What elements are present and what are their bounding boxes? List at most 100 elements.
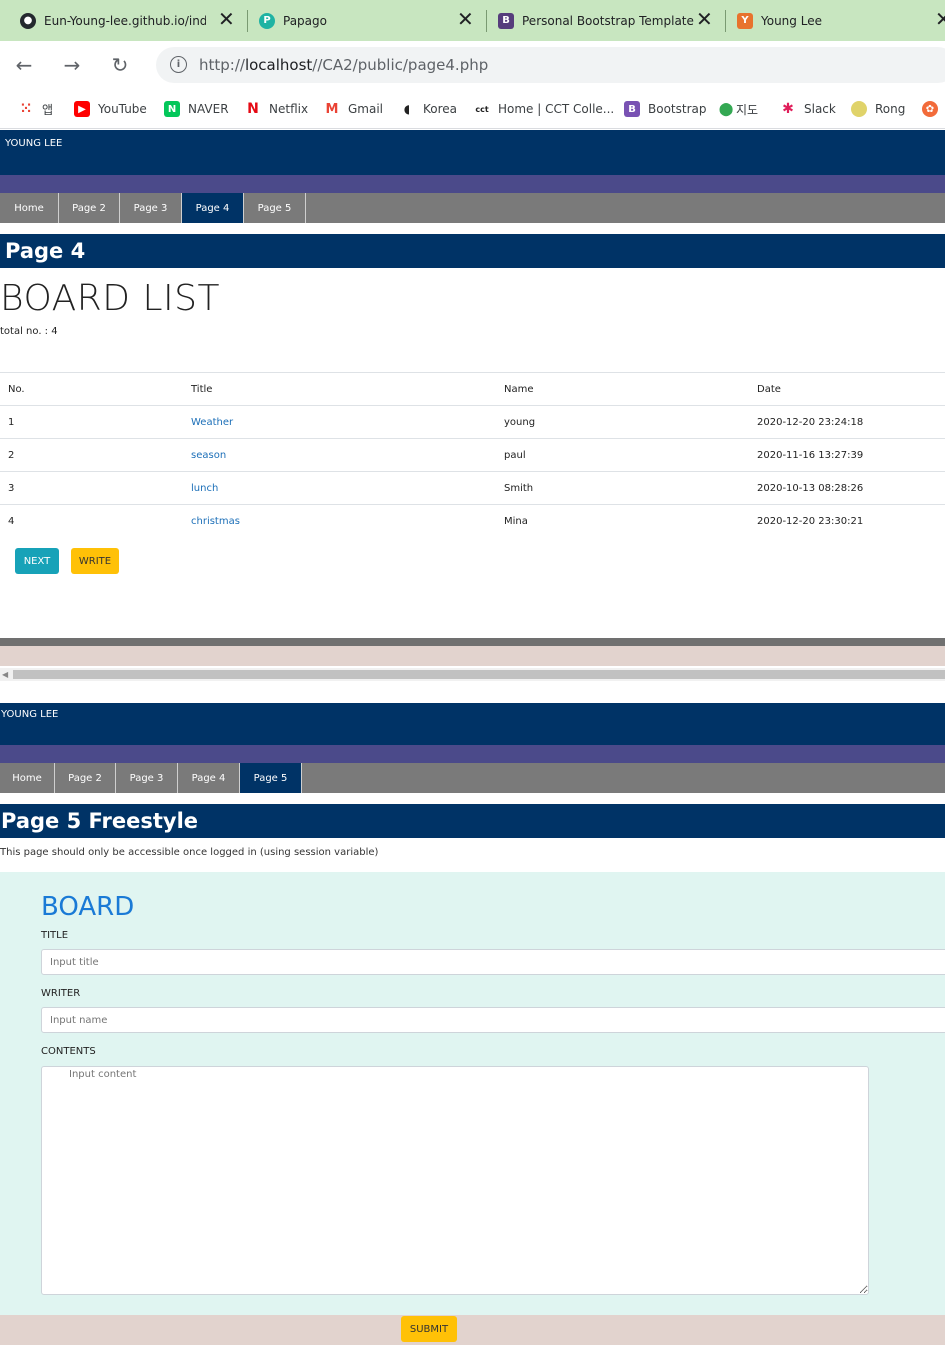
scrollbar-thumb[interactable]: [13, 670, 945, 679]
tab-divider: [247, 10, 248, 32]
reload-icon[interactable]: ↻: [108, 53, 132, 77]
nav-page-3[interactable]: Page 3: [116, 763, 178, 793]
forward-icon[interactable]: →: [60, 53, 84, 77]
bookmarks-bar: ⁙ 앱 ▶ YouTube N NAVER N Netflix M Gmail …: [0, 89, 945, 129]
browser-tab[interactable]: ● Eun-Young-lee.github.io/index ✕: [20, 0, 240, 41]
bookmark-apps[interactable]: ⁙ 앱: [18, 99, 53, 119]
nav-page-4[interactable]: Page 4: [182, 193, 244, 223]
column-header-title: Title: [183, 372, 496, 406]
scroll-left-icon[interactable]: ◀: [2, 670, 8, 679]
bookmark-label: 앱: [42, 102, 54, 117]
table-row: 3 lunch Smith 2020-10-13 08:28:26: [0, 471, 945, 505]
bookmark-more[interactable]: ✿: [922, 99, 945, 119]
rong-icon: [851, 101, 867, 117]
url-bar[interactable]: i http://localhost//CA2/public/page4.php: [156, 47, 945, 83]
youtube-icon: ▶: [74, 101, 90, 117]
nav-page-2[interactable]: Page 2: [59, 193, 120, 223]
close-tab-icon[interactable]: ✕: [935, 9, 945, 29]
board-list-heading: BOARD LIST: [0, 278, 220, 319]
header-band: [0, 745, 945, 763]
bookmark-label: Slack: [804, 102, 836, 116]
footer-divider: [0, 638, 945, 646]
naver-icon: N: [164, 101, 180, 117]
nav-page-5[interactable]: Page 5: [240, 763, 302, 793]
post-title-link[interactable]: lunch: [183, 471, 496, 505]
cell-no: 1: [0, 405, 183, 439]
post-title-link[interactable]: Weather: [183, 405, 496, 439]
url-text: http://localhost//CA2/public/page4.php: [199, 56, 489, 74]
bookmark-korea[interactable]: ◖ Korea: [399, 99, 457, 119]
bootstrap-icon: B: [624, 101, 640, 117]
nav-page-2[interactable]: Page 2: [55, 763, 116, 793]
writer-label: WRITER: [41, 988, 81, 999]
close-tab-icon[interactable]: ✕: [457, 9, 474, 29]
bookmark-label: 지도: [736, 102, 759, 117]
netflix-icon: N: [247, 101, 259, 117]
bookmark-cct[interactable]: cct Home | CCT Colle...: [474, 99, 614, 119]
tab-title: Young Lee: [761, 13, 822, 28]
cell-date: 2020-12-20 23:30:21: [749, 504, 945, 538]
bookmark-label: Korea: [423, 102, 458, 116]
horizontal-scrollbar[interactable]: ◀: [0, 668, 945, 681]
gmail-icon: M: [325, 101, 339, 117]
cell-name: Mina: [496, 504, 749, 538]
korea-icon: ◖: [403, 102, 411, 116]
bootstrap-icon: B: [498, 12, 514, 29]
info-icon[interactable]: i: [170, 56, 187, 73]
bookmark-naver[interactable]: N NAVER: [164, 99, 229, 119]
writer-input[interactable]: [41, 1007, 945, 1033]
tab-title: Personal Bootstrap Template: [522, 13, 694, 28]
site-icon: Y: [737, 12, 753, 29]
bookmark-slack[interactable]: ✱ Slack: [780, 99, 836, 119]
access-note: This page should only be accessible once…: [0, 847, 379, 858]
bookmark-label: Bootstrap: [648, 102, 707, 116]
cell-name: young: [496, 405, 749, 439]
bookmark-youtube[interactable]: ▶ YouTube: [74, 99, 147, 119]
cell-date: 2020-11-16 13:27:39: [749, 438, 945, 472]
nav-page-3[interactable]: Page 3: [120, 193, 182, 223]
page-title: Page 5 Freestyle: [0, 804, 945, 838]
contents-textarea[interactable]: [41, 1066, 869, 1295]
back-icon[interactable]: ←: [12, 53, 36, 77]
cell-date: 2020-12-20 23:24:18: [749, 405, 945, 439]
contents-label: CONTENTS: [41, 1046, 96, 1057]
site-name: YOUNG LEE: [1, 709, 59, 720]
cell-no: 4: [0, 504, 183, 538]
title-input[interactable]: [41, 949, 945, 975]
submit-button[interactable]: SUBMIT: [401, 1316, 457, 1342]
nav-home[interactable]: Home: [0, 193, 59, 223]
bookmark-netflix[interactable]: N Netflix: [245, 99, 308, 119]
browser-tab[interactable]: Y Young Lee ✕: [737, 0, 945, 41]
cell-no: 2: [0, 438, 183, 472]
browser-tab[interactable]: B Personal Bootstrap Template ✕: [498, 0, 718, 41]
header-band: [0, 175, 945, 193]
post-title-link[interactable]: christmas: [183, 504, 496, 538]
column-header-date: Date: [749, 372, 945, 406]
nav-home[interactable]: Home: [0, 763, 55, 793]
main-nav: Home Page 2 Page 3 Page 4 Page 5: [0, 763, 945, 793]
total-count: total no. : 4: [0, 326, 58, 337]
github-icon: ●: [20, 12, 36, 29]
bookmark-label: Rong: [875, 102, 906, 116]
post-title-link[interactable]: season: [183, 438, 496, 472]
main-nav: Home Page 2 Page 3 Page 4 Page 5: [0, 193, 945, 223]
nav-page-5[interactable]: Page 5: [244, 193, 306, 223]
bookmark-gmail[interactable]: M Gmail: [324, 99, 383, 119]
bookmark-rong[interactable]: Rong: [851, 99, 905, 119]
submit-band: [0, 1315, 945, 1345]
bookmark-bootstrap[interactable]: B Bootstrap: [624, 99, 706, 119]
close-tab-icon[interactable]: ✕: [218, 9, 235, 29]
site-header: YOUNG LEE: [0, 703, 945, 745]
address-toolbar: ← → ↻ i http://localhost//CA2/public/pag…: [0, 41, 945, 89]
cell-name: Smith: [496, 471, 749, 505]
papago-icon: P: [259, 12, 275, 29]
next-button[interactable]: NEXT: [15, 548, 59, 574]
table-row: 1 Weather young 2020-12-20 23:24:18: [0, 405, 945, 439]
bookmark-map[interactable]: ⬤ 지도: [718, 99, 758, 119]
nav-page-4[interactable]: Page 4: [178, 763, 240, 793]
browser-tab[interactable]: P Papago ✕: [259, 0, 479, 41]
cell-no: 3: [0, 471, 183, 505]
close-tab-icon[interactable]: ✕: [696, 9, 713, 29]
write-button[interactable]: WRITE: [71, 548, 119, 574]
slack-icon: ✱: [782, 101, 794, 117]
